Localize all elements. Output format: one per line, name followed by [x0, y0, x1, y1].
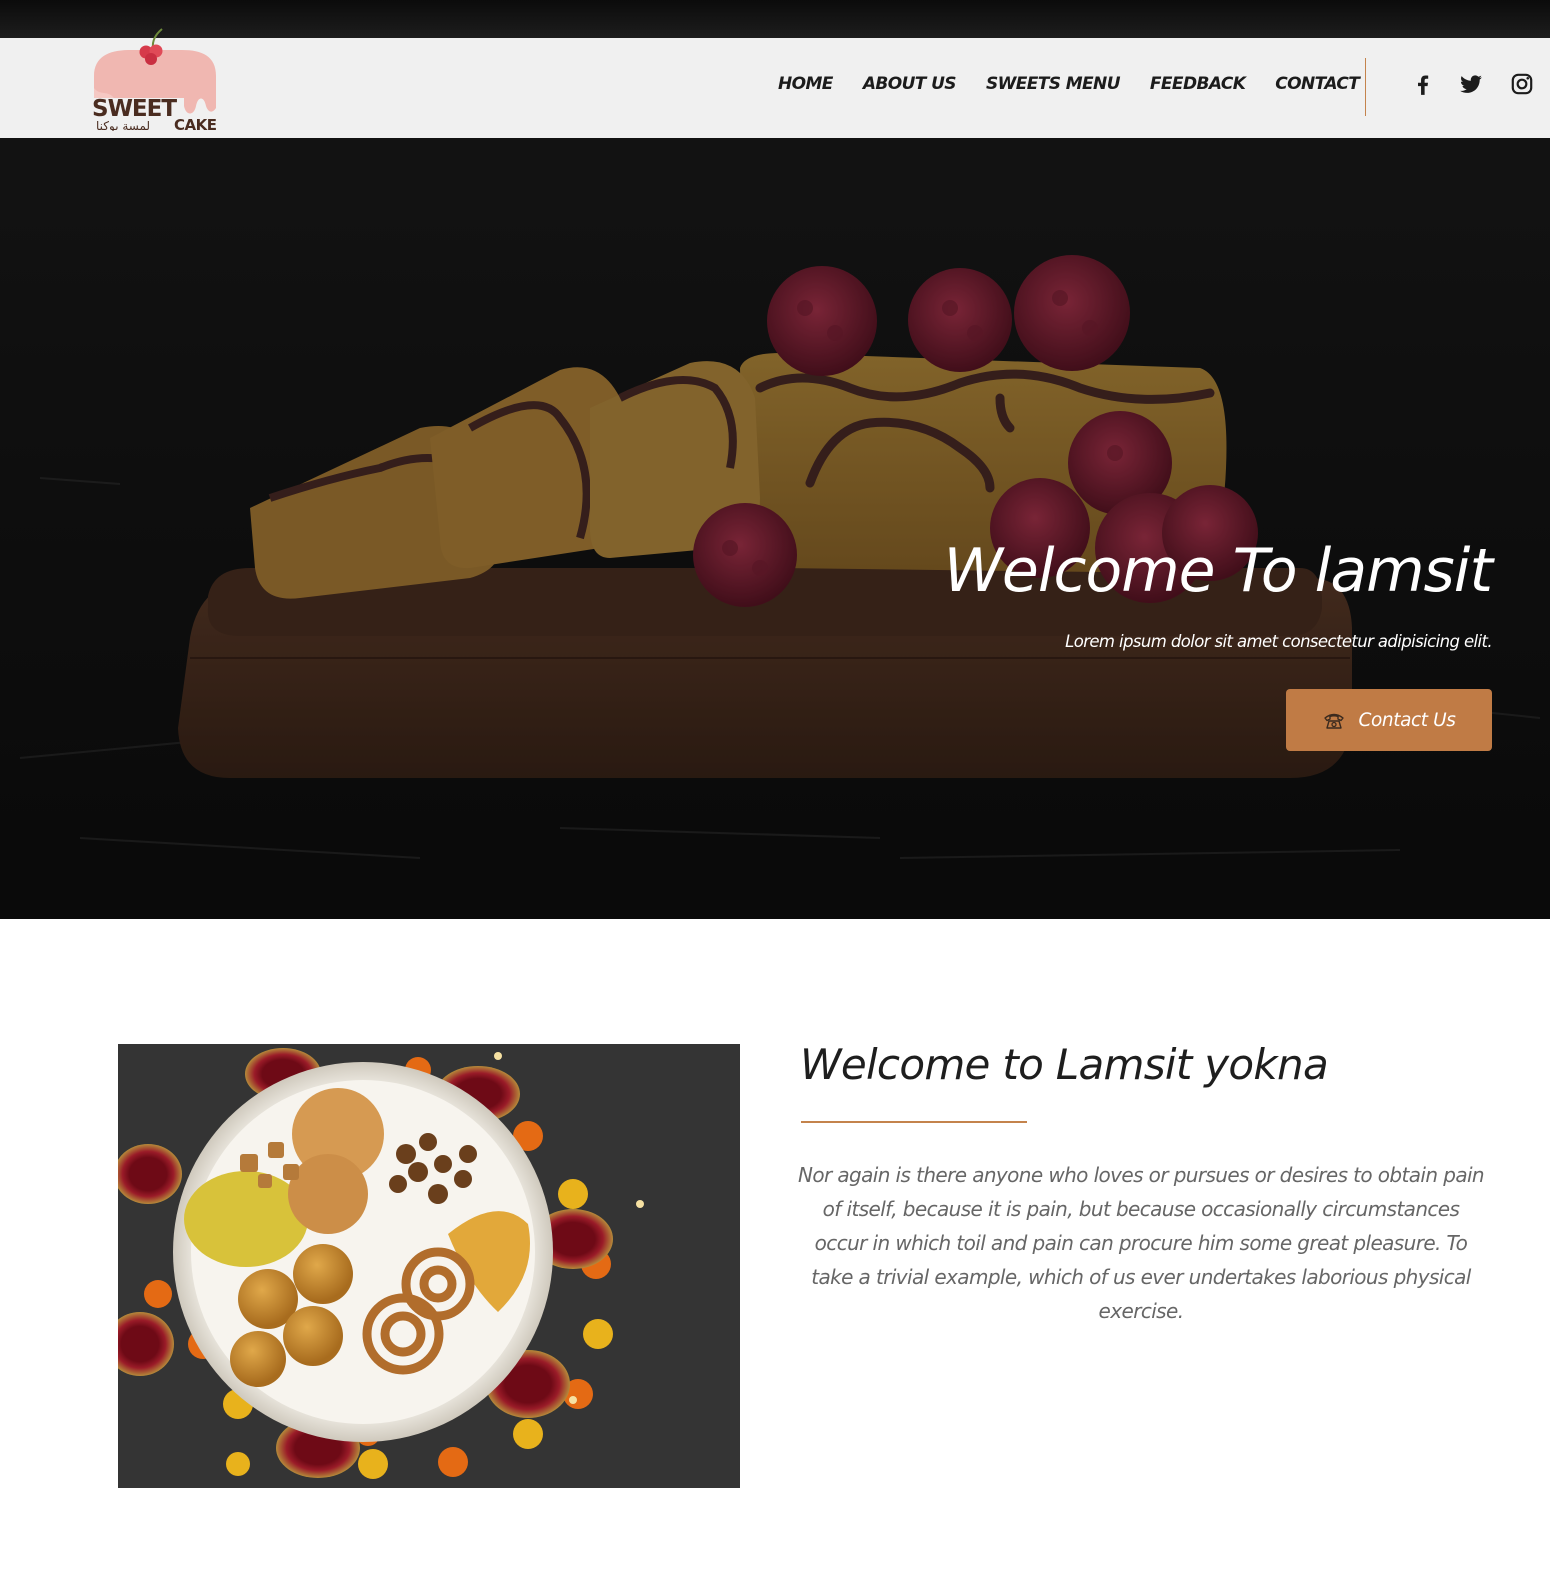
contact-us-button[interactable]: Contact Us [1286, 689, 1492, 751]
main-menu: HOME ABOUT US SWEETS MENU FEEDBACK CONTA… [778, 74, 1389, 94]
nav-contact[interactable]: CONTACT [1275, 74, 1360, 94]
nav-divider [1365, 58, 1366, 116]
logo-graphic: SWEET CAKE لمسة يوكنا [92, 28, 217, 134]
sweets-platter-image [118, 1044, 740, 1488]
about-description: Nor again is there anyone who loves or p… [797, 1163, 1485, 1323]
nav-about-us[interactable]: ABOUT US [863, 74, 957, 94]
facebook-icon[interactable] [1410, 71, 1436, 97]
nav-feedback[interactable]: FEEDBACK [1150, 74, 1246, 94]
twitter-icon[interactable] [1458, 71, 1484, 97]
nav-sweets-menu[interactable]: SWEETS MENU [986, 74, 1121, 94]
svg-text:CAKE: CAKE [174, 116, 217, 131]
hero-subtitle: Lorem ipsum dolor sit amet consectetur a… [1065, 632, 1492, 651]
navbar: SWEET CAKE لمسة يوكنا HOME ABOUT US SWEE… [0, 28, 1550, 138]
phone-icon [1324, 713, 1345, 729]
top-strip [0, 0, 1550, 38]
sweets-platter-graphic [118, 1044, 740, 1488]
svg-text:لمسة يوكنا: لمسة يوكنا [96, 119, 150, 131]
title-underline [801, 1121, 1027, 1123]
nav-home[interactable]: HOME [778, 74, 833, 94]
hero-section: Welcome To lamsit Lorem ipsum dolor sit … [0, 138, 1550, 919]
hero-title: Welcome To lamsit [943, 536, 1493, 606]
instagram-icon[interactable] [1509, 71, 1535, 97]
sweet-cake-logo[interactable]: SWEET CAKE لمسة يوكنا [90, 26, 220, 134]
contact-us-label: Contact Us [1358, 709, 1456, 731]
hero-cake-roll-image [0, 138, 1550, 919]
about-title: Welcome to Lamsit yokna [800, 1040, 1329, 1089]
